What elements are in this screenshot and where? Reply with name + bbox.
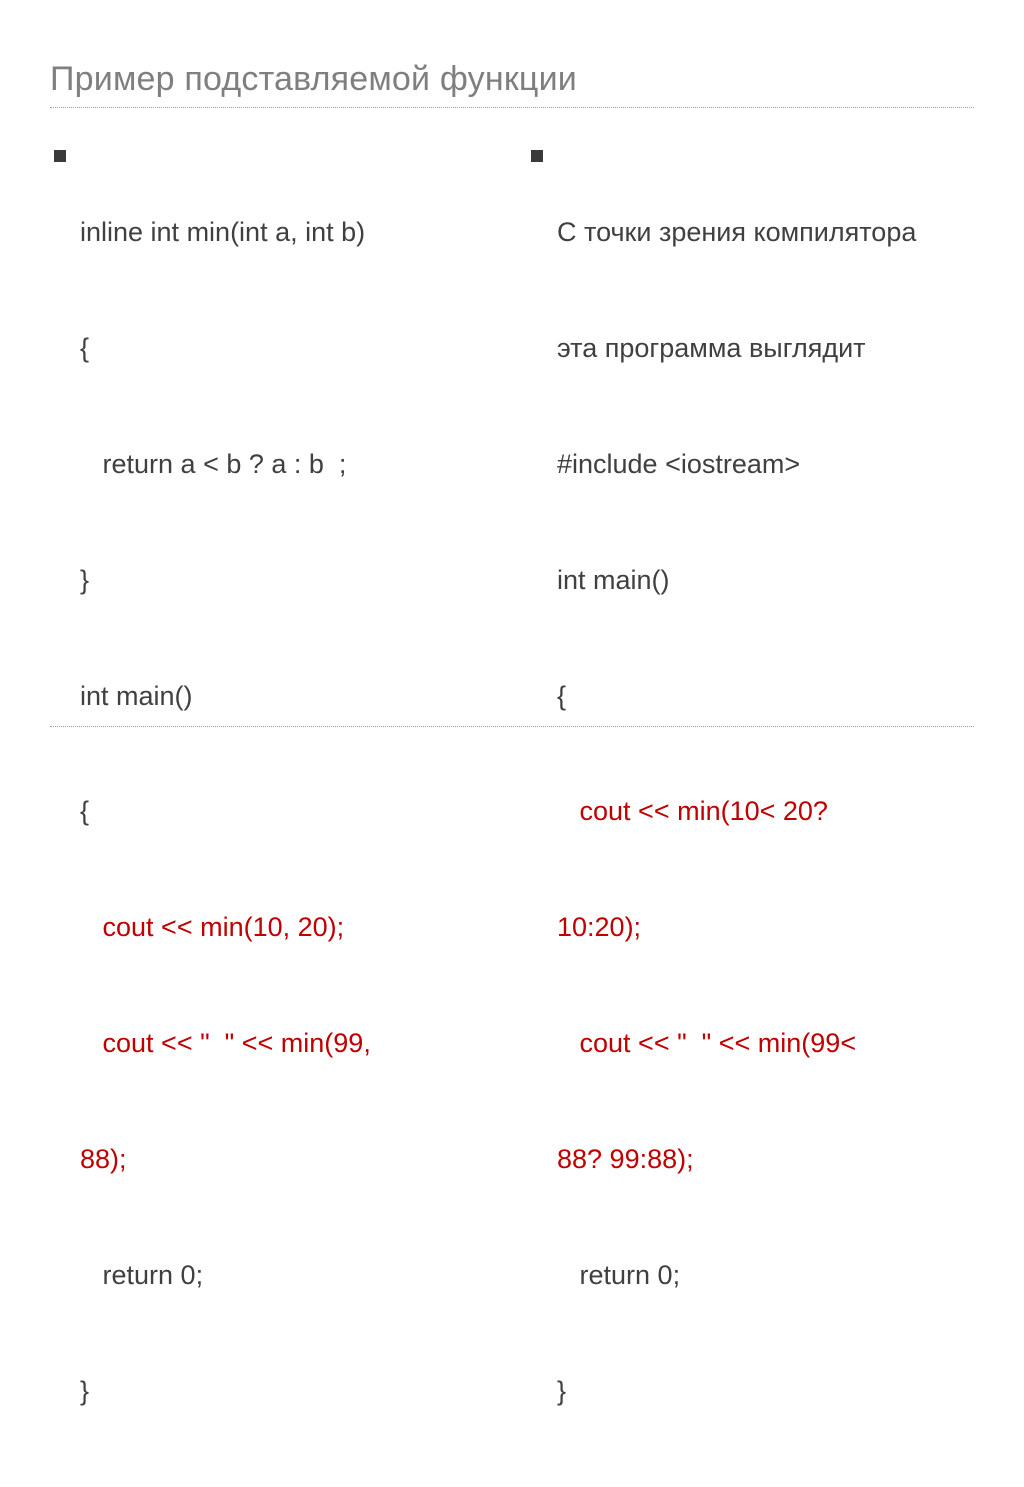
bullet-icon [54,150,66,162]
code-line: int main() [557,561,916,600]
code-line-highlight: 10:20); [557,908,916,947]
code-line-highlight: 88? 99:88); [557,1140,916,1179]
title-divider [50,107,974,108]
code-line: } [80,561,371,600]
code-line: #include <iostream> [557,445,916,484]
code-line: return 0; [557,1256,916,1295]
code-line: return 0; [80,1256,371,1295]
intro-line: эта программа выглядит [557,329,916,368]
intro-line: С точки зрения компилятора [557,213,916,252]
code-line-highlight: cout << " " << min(99, [80,1024,371,1063]
right-column: С точки зрения компилятора эта программа… [527,136,974,1487]
left-code-block: inline int min(int a, int b) { return a … [50,136,497,1487]
right-code-block: С точки зрения компилятора эта программа… [527,136,974,1487]
code-line-highlight: cout << min(10< 20? [557,792,916,831]
code-line: { [80,329,371,368]
code-line-highlight: cout << min(10, 20); [80,908,371,947]
code-line: inline int min(int a, int b) [80,213,371,252]
footer-divider [50,726,974,727]
bullet-icon [531,150,543,162]
code-line: } [557,1372,916,1411]
code-line-highlight: 88); [80,1140,371,1179]
right-code-content: С точки зрения компилятора эта программа… [557,136,916,1487]
code-line: { [557,677,916,716]
left-code-content: inline int min(int a, int b) { return a … [80,136,371,1487]
code-line: return a < b ? a : b ; [80,445,371,484]
code-line: { [80,792,371,831]
code-line: } [80,1372,371,1411]
content-columns: inline int min(int a, int b) { return a … [50,136,974,1487]
left-column: inline int min(int a, int b) { return a … [50,136,497,1487]
code-line: int main() [80,677,371,716]
slide-title: Пример подставляемой функции [50,60,974,99]
code-line-highlight: cout << " " << min(99< [557,1024,916,1063]
